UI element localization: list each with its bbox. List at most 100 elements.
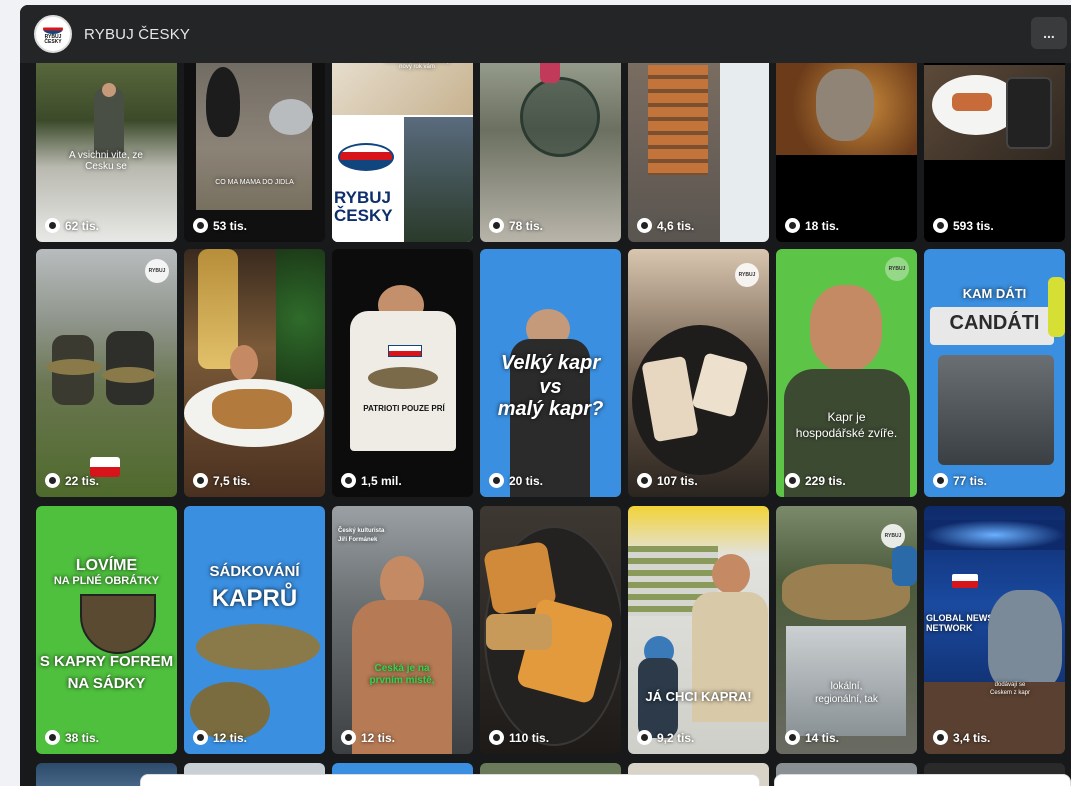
reel-caption-line: Český kulturista [338,528,385,534]
view-count-value: 4,6 tis. [657,218,695,233]
reel-tile[interactable]: GLOBAL NEWS NETWORK dodávají se Ceskem z… [924,506,1065,754]
reel-tile[interactable]: CO MA MAMA DO JIDLA 53 tis. [184,55,325,242]
reel-tile[interactable]: RYBUJ lokální, regionální, tak 14 tis. [776,506,917,754]
eye-icon [637,473,652,488]
eye-icon [193,473,208,488]
reel-caption: CO MA MAMA DO JIDLA [215,179,294,186]
view-count-value: 78 tis. [509,218,544,233]
reel-tile[interactable]: 7,5 tis. [184,249,325,497]
reel-caption-line: malý kapr? [497,398,604,420]
reel-caption-line: Jiří Formánek [338,537,378,543]
reel-caption-line: Ceskem z kapr [989,690,1030,696]
reel-caption-line: NA SÁDKY [67,675,146,692]
reel-tile[interactable]: 18 tis. [776,55,917,242]
eye-icon [933,730,948,745]
view-count: 229 tis. [785,473,846,488]
reel-caption-line: LOVÍME [75,557,138,574]
eye-icon [785,473,800,488]
page-name[interactable]: RYBUJ ČESKY [84,26,190,43]
view-count: 22 tis. [45,473,99,488]
view-count: 38 tis. [45,730,99,745]
reel-caption-line: lokální, [830,681,863,692]
eye-icon [45,473,60,488]
reel-tile[interactable]: SÁDKOVÁNÍ KAPRŮ 12 tis. [184,506,325,754]
view-count-value: 22 tis. [65,473,100,488]
view-count-value: 38 tis. [65,730,100,745]
view-count: 12 tis. [193,730,247,745]
eye-icon [45,218,60,233]
reel-tile[interactable]: RYBUJ 107 tis. [628,249,769,497]
eye-icon [637,218,652,233]
view-count: 4,6 tis. [637,218,694,233]
reel-tile[interactable]: Český kulturista Jiří Formánek Ceská je … [332,506,473,754]
reel-tile[interactable]: LOVÍME NA PLNÉ OBRÁTKY S KAPRY FOFREM NA… [36,506,177,754]
view-count: 107 tis. [637,473,698,488]
view-count-value: 62 tis. [65,218,100,233]
view-count: 3,4 tis. [933,730,990,745]
eye-icon [637,730,652,745]
brand-logo-icon: RYBUJ [735,263,759,287]
view-count-value: 77 tis. [953,473,988,488]
bottom-overlay-cards [140,774,1071,786]
reel-tile[interactable]: KAM DÁTI CANDÁTI 77 tis. [924,249,1065,497]
eye-icon [933,218,948,233]
eye-icon [341,730,356,745]
reel-caption-line: vs [539,376,562,398]
view-count-value: 12 tis. [213,730,248,745]
reel-tile[interactable]: JÁ CHCI KAPRA! 9,2 tis. [628,506,769,754]
reel-caption-line: CANDÁTI [949,312,1040,334]
overlay-card[interactable] [140,774,760,786]
view-count: 53 tis. [193,218,247,233]
view-count-value: 18 tis. [805,218,840,233]
eye-icon [489,218,504,233]
eye-icon [45,730,60,745]
eye-icon [489,730,504,745]
view-count: 78 tis. [489,218,543,233]
more-options-button[interactable]: ... [1031,17,1067,49]
view-count-value: 229 tis. [805,473,846,488]
eye-icon [193,218,208,233]
view-count-value: 3,4 tis. [953,730,991,745]
reel-caption-line: regionální, tak [815,694,878,705]
page-avatar[interactable]: RYBUJ ČESKY [34,15,72,53]
reel-tile[interactable]: RYBUJ Kapr je hospodářské zvíře. 229 tis… [776,249,917,497]
reel-tile[interactable]: 78 tis. [480,55,621,242]
eye-icon [341,473,356,488]
reel-tile[interactable]: RYBUJ 22 tis. [36,249,177,497]
reel-tile[interactable]: 110 tis. [480,506,621,754]
view-count: 110 tis. [489,730,549,745]
view-count-value: 9,2 tis. [657,730,695,745]
reel-tile[interactable]: Velký kapr vs malý kapr? 20 tis. [480,249,621,497]
avatar-text: RYBUJ ČESKY [44,33,62,45]
reel-caption: PATRIOTI POUZE PRÍ [363,404,445,413]
view-count: 1,5 mil. [341,473,402,488]
reel-tile[interactable]: Veselé Vánoce a šťastný nový rok vám RYB… [332,55,473,242]
brand-logo-icon: RYBUJ [885,257,909,281]
view-count-value: 53 tis. [213,218,248,233]
page-header: RYBUJ ČESKY RYBUJ ČESKY ... [20,5,1071,63]
reel-caption: JÁ CHCI KAPRA! [645,689,752,704]
view-count: 20 tis. [489,473,543,488]
reel-caption-line: KAM DÁTI [962,286,1027,301]
view-count-value: 107 tis. [657,473,698,488]
view-count: 14 tis. [785,730,839,745]
reel-tile[interactable]: A vsichni vite, ze Cesku se 62 tis. [36,55,177,242]
reel-caption: A vsichni vite, ze Cesku se [69,150,143,172]
view-count-value: 1,5 mil. [361,473,402,488]
eye-icon [785,218,800,233]
view-count-value: 20 tis. [509,473,544,488]
reel-tile[interactable]: PATRIOTI POUZE PRÍ 1,5 mil. [332,249,473,497]
reels-panel: RYBUJ ČESKY RYBUJ ČESKY ... A vsichni vi… [20,5,1071,786]
view-count: 12 tis. [341,730,395,745]
view-count-value: 7,5 tis. [213,473,251,488]
overlay-card[interactable] [774,774,1071,786]
view-count-value: 12 tis. [361,730,396,745]
reel-caption-line: KAPRŮ [211,585,298,612]
view-count-value: 14 tis. [805,730,840,745]
fish-flag-icon [43,23,63,34]
reel-tile[interactable]: 4,6 tis. [628,55,769,242]
view-count: 62 tis. [45,218,99,233]
brand-logo-icon: RYBUJ [145,259,169,283]
reel-tile[interactable]: 593 tis. [924,55,1065,242]
view-count: 18 tis. [785,218,839,233]
